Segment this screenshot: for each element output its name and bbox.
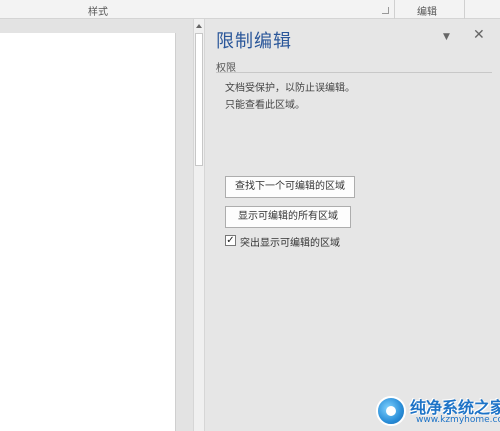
scroll-up-icon[interactable]: [196, 24, 202, 28]
watermark: 纯净系统之家 www.kzmyhome.com: [376, 393, 500, 427]
show-all-editable-regions-button[interactable]: 显示可编辑的所有区域: [225, 206, 351, 228]
watermark-logo-icon: [376, 396, 406, 426]
dropdown-arrow-icon[interactable]: ▼: [443, 32, 450, 42]
ribbon-strip: 样式 编辑: [0, 0, 500, 19]
highlight-checkbox[interactable]: ✓: [225, 235, 236, 246]
vertical-scrollbar[interactable]: [193, 19, 205, 431]
watermark-url: www.kzmyhome.com: [416, 415, 500, 425]
protection-description: 文档受保护，以防止误编辑。: [225, 83, 355, 94]
document-canvas: [0, 19, 193, 431]
close-icon[interactable]: ✕: [473, 27, 485, 43]
styles-group-label: 样式: [88, 7, 108, 18]
ribbon-divider: [464, 0, 465, 19]
find-next-editable-region-button[interactable]: 查找下一个可编辑的区域: [225, 176, 355, 198]
editing-group-label: 编辑: [417, 7, 437, 18]
section-divider: [216, 72, 492, 73]
view-only-description: 只能查看此区域。: [225, 100, 305, 111]
highlight-checkbox-label: 突出显示可编辑的区域: [240, 238, 340, 249]
restrict-editing-pane: 限制编辑 ▼ ✕ 权限 文档受保护，以防止误编辑。 只能查看此区域。 查找下一个…: [206, 19, 500, 431]
styles-dialog-launcher-icon[interactable]: [382, 7, 389, 14]
ribbon-divider: [394, 0, 395, 19]
document-page[interactable]: [0, 33, 176, 431]
scrollbar-thumb[interactable]: [195, 33, 203, 166]
pane-title: 限制编辑: [216, 31, 292, 52]
